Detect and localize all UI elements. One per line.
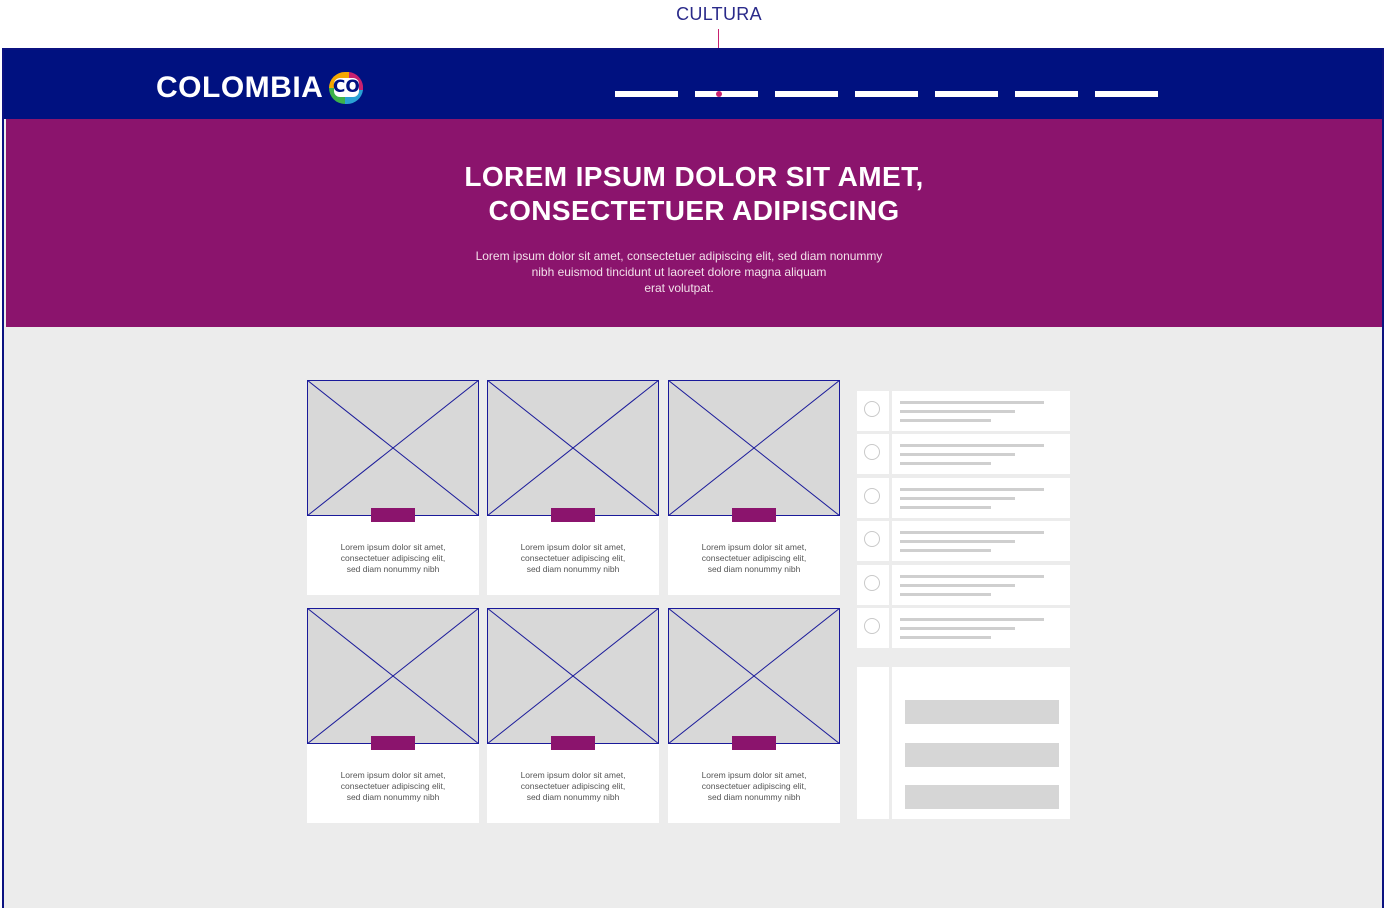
text-placeholder — [892, 478, 1070, 518]
sidebar-form-widget — [857, 667, 1070, 819]
card-text-line: Lorem ipsum dolor sit amet, — [340, 542, 446, 552]
card-text-line: sed diam nonummy nibh — [526, 792, 620, 802]
nav-item-4[interactable] — [855, 91, 918, 97]
radio-circle-icon[interactable] — [864, 401, 880, 417]
content-card[interactable]: Lorem ipsum dolor sit amet, consectetuer… — [307, 380, 479, 595]
nav-item-cultura[interactable] — [695, 91, 758, 97]
card-text-line: Lorem ipsum dolor sit amet, — [701, 770, 807, 780]
logo-wordmark: COLOMBIA — [156, 71, 324, 104]
hero-description: Lorem ipsum dolor sit amet, consectetuer… — [456, 248, 902, 296]
sidebar-list-item[interactable] — [857, 478, 1070, 518]
sidebar-list-item[interactable] — [857, 434, 1070, 474]
card-text-line: sed diam nonummy nibh — [526, 564, 620, 574]
hero-title-line: CONSECTETUER ADIPISCING — [488, 195, 900, 226]
card-text-line: Lorem ipsum dolor sit amet, — [520, 770, 626, 780]
card-text-line: consectetuer adipiscing elit, — [340, 781, 446, 791]
hero-description-line: nibh euismod tincidunt ut laoreet dolore… — [531, 265, 827, 279]
card-text-line: Lorem ipsum dolor sit amet, — [701, 542, 807, 552]
card-category-tag — [732, 736, 776, 750]
text-placeholder — [892, 565, 1070, 605]
card-description: Lorem ipsum dolor sit amet, consectetuer… — [307, 542, 479, 575]
annotation-label-cultura: CULTURA — [676, 4, 762, 24]
form-body — [892, 667, 1070, 819]
sidebar-list-item[interactable] — [857, 565, 1070, 605]
card-category-tag — [371, 736, 415, 750]
card-text-line: Lorem ipsum dolor sit amet, — [340, 770, 446, 780]
content-card[interactable]: Lorem ipsum dolor sit amet, consectetuer… — [668, 380, 840, 595]
nav-item-3[interactable] — [775, 91, 838, 97]
form-side-strip — [857, 667, 889, 819]
main-nav — [615, 91, 1158, 97]
hero-title: LOREM IPSUM DOLOR SIT AMET, CONSECTETUER… — [6, 160, 1382, 228]
logo-co-badge-icon: CO — [327, 70, 365, 106]
card-text-line: sed diam nonummy nibh — [346, 792, 440, 802]
hero-description-line: erat volutpat. — [644, 281, 714, 295]
text-placeholder — [892, 521, 1070, 561]
text-placeholder — [892, 434, 1070, 474]
content-card[interactable]: Lorem ipsum dolor sit amet, consectetuer… — [307, 608, 479, 823]
site-logo[interactable]: COLOMBIA CO — [156, 70, 365, 106]
card-text-line: Lorem ipsum dolor sit amet, — [520, 542, 626, 552]
text-placeholder — [892, 608, 1070, 648]
card-description: Lorem ipsum dolor sit amet, consectetuer… — [307, 770, 479, 803]
radio-circle-icon[interactable] — [864, 575, 880, 591]
form-field-placeholder[interactable] — [905, 743, 1059, 767]
hero-banner: LOREM IPSUM DOLOR SIT AMET, CONSECTETUER… — [6, 119, 1382, 327]
card-text-line: consectetuer adipiscing elit, — [340, 553, 446, 563]
card-category-tag — [371, 508, 415, 522]
content-card[interactable]: Lorem ipsum dolor sit amet, consectetuer… — [487, 608, 659, 823]
card-category-tag — [551, 508, 595, 522]
nav-item-1[interactable] — [615, 91, 678, 97]
logo-badge-text: CO — [332, 77, 360, 97]
image-placeholder-icon — [668, 608, 840, 744]
card-category-tag — [732, 508, 776, 522]
image-placeholder-icon — [307, 608, 479, 744]
radio-circle-icon[interactable] — [864, 618, 880, 634]
form-field-placeholder[interactable] — [905, 785, 1059, 809]
card-text-line: consectetuer adipiscing elit, — [701, 781, 807, 791]
nav-item-7[interactable] — [1095, 91, 1158, 97]
image-placeholder-icon — [487, 380, 659, 516]
sidebar-list-item[interactable] — [857, 391, 1070, 431]
form-field-placeholder[interactable] — [905, 700, 1059, 724]
card-text-line: sed diam nonummy nibh — [707, 792, 801, 802]
annotation-pointer-dot — [715, 91, 722, 97]
card-description: Lorem ipsum dolor sit amet, consectetuer… — [668, 542, 840, 575]
text-placeholder — [892, 391, 1070, 431]
page-frame: COLOMBIA CO LOREM IPSUM DOLOR SIT AMET, … — [2, 48, 1384, 908]
sidebar-list-item[interactable] — [857, 521, 1070, 561]
card-category-tag — [551, 736, 595, 750]
hero-description-line: Lorem ipsum dolor sit amet, consectetuer… — [475, 249, 883, 263]
image-placeholder-icon — [487, 608, 659, 744]
card-description: Lorem ipsum dolor sit amet, consectetuer… — [487, 542, 659, 575]
content-card[interactable]: Lorem ipsum dolor sit amet, consectetuer… — [487, 380, 659, 595]
card-text-line: consectetuer adipiscing elit, — [520, 781, 626, 791]
card-text-line: consectetuer adipiscing elit, — [520, 553, 626, 563]
nav-item-5[interactable] — [935, 91, 998, 97]
hero-title-line: LOREM IPSUM DOLOR SIT AMET, — [464, 161, 924, 192]
card-text-line: sed diam nonummy nibh — [346, 564, 440, 574]
card-text-line: consectetuer adipiscing elit, — [701, 553, 807, 563]
radio-circle-icon[interactable] — [864, 531, 880, 547]
content-card[interactable]: Lorem ipsum dolor sit amet, consectetuer… — [668, 608, 840, 823]
image-placeholder-icon — [307, 380, 479, 516]
radio-circle-icon[interactable] — [864, 488, 880, 504]
image-placeholder-icon — [668, 380, 840, 516]
card-description: Lorem ipsum dolor sit amet, consectetuer… — [487, 770, 659, 803]
card-text-line: sed diam nonummy nibh — [707, 564, 801, 574]
nav-item-6[interactable] — [1015, 91, 1078, 97]
card-description: Lorem ipsum dolor sit amet, consectetuer… — [668, 770, 840, 803]
radio-circle-icon[interactable] — [864, 444, 880, 460]
sidebar-list-item[interactable] — [857, 608, 1070, 648]
site-header: COLOMBIA CO — [4, 50, 1382, 119]
